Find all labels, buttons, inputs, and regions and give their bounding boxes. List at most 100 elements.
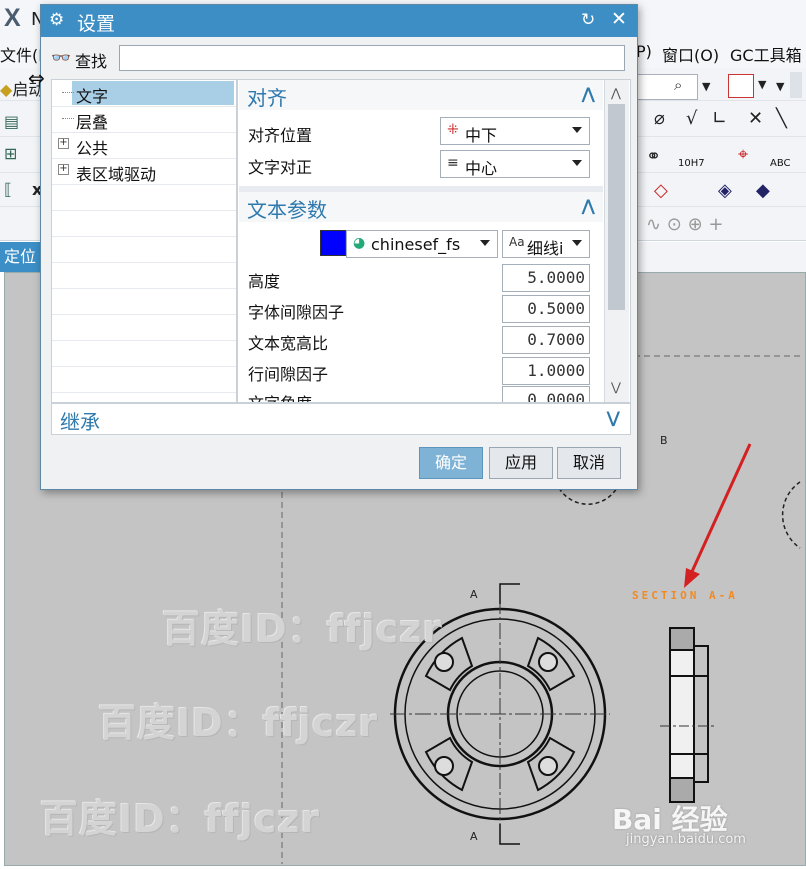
settings-dialog: ⚙ 设置 ↻ ✕ 👓 查找 文字 层叠 + 公共 + 表区域驱动 对齐 ⋀ 对齐… — [40, 4, 638, 490]
chevron-down-icon — [480, 240, 490, 246]
watermark-text: 百度ID：ffjczr — [162, 607, 443, 651]
binocular-icon[interactable]: ⚭ — [646, 146, 661, 167]
find-label: 查找 — [75, 52, 108, 71]
font-select[interactable]: ◕ chinesef_fs — [346, 230, 498, 258]
baidu-jingyan-url: jingyan.baidu.com — [626, 832, 746, 847]
chevron-down-icon — [572, 127, 582, 133]
ribbon-handle[interactable] — [790, 72, 802, 98]
align-center-icon: ≡ — [447, 155, 459, 171]
chevron-up-icon[interactable]: ⋀ — [582, 196, 595, 215]
tree-connector — [62, 92, 74, 93]
surface-icon[interactable]: ◆ — [756, 180, 770, 201]
height-input[interactable]: 5.0000 — [502, 264, 590, 292]
scroll-thumb[interactable] — [608, 104, 625, 310]
detail-circle — [781, 481, 801, 549]
panel-scrollbar[interactable]: ⋀ ⋁ — [604, 80, 629, 402]
tree-empty-row — [52, 262, 236, 289]
resize-cursor-icon: ⇔ — [28, 66, 45, 90]
tree-item-common[interactable]: + 公共 — [52, 132, 236, 159]
expand-icon[interactable]: + — [58, 138, 69, 149]
align-position-select[interactable]: ⁜ 中下 — [440, 117, 590, 145]
tolerance-label[interactable]: 10H7 — [678, 158, 705, 169]
sketch-curve-icon[interactable]: ∿ ⊙ ⊕ + — [646, 214, 724, 235]
menu-gc-toolbox[interactable]: GC工具箱 — [730, 42, 802, 66]
tree-empty-row — [52, 366, 236, 393]
tree-empty-row — [52, 314, 236, 341]
tree-empty-row — [52, 184, 236, 211]
menu-window[interactable]: 窗口(O) — [662, 42, 719, 66]
height-label: 高度 — [248, 272, 281, 291]
dropdown-arrow-icon[interactable]: ▼ — [758, 78, 766, 91]
text-justify-label: 文字对正 — [248, 158, 313, 177]
section-label[interactable]: SECTION A-A — [632, 589, 738, 602]
tree-item-label: 表区域驱动 — [76, 165, 157, 184]
abc-label[interactable]: ABC — [770, 158, 791, 169]
section-header-inherit[interactable]: 继承 ⋁ — [51, 403, 631, 435]
tree-item-label: 层叠 — [76, 113, 109, 132]
nx-logo: X — [4, 4, 21, 32]
check-icon[interactable]: √ — [686, 108, 697, 129]
annotation-tools: ⌀ √ ∟ ✕ ╲ ⚭ 10H7 ⌖ ABC ◇ ◈ ◆ ∿ ⊙ ⊕ + — [636, 100, 806, 240]
dropdown-arrow-icon[interactable]: ▼ — [702, 80, 710, 93]
dialog-titlebar[interactable]: ⚙ 设置 ↻ ✕ — [41, 5, 637, 37]
text-angle-label: 文字角度 — [248, 390, 312, 402]
tree-connector — [62, 118, 74, 119]
chevron-down-icon — [572, 240, 582, 246]
tree-empty-row — [52, 236, 236, 263]
cancel-button[interactable]: 取消 — [557, 447, 621, 479]
view-icon[interactable]: ⊞ — [4, 144, 17, 163]
tree-item-text[interactable]: 文字 — [52, 80, 236, 107]
expand-icon[interactable]: + — [58, 164, 69, 175]
dropdown-arrow-icon[interactable]: ▼ — [776, 80, 784, 93]
line-weight-select[interactable]: Aa 细线i — [502, 230, 590, 258]
font-icon: ◕ — [353, 235, 366, 251]
gear-icon: ⚙ — [49, 10, 65, 30]
settings-panel: 对齐 ⋀ 对齐位置 ⁜ 中下 文字对正 ≡ 中心 文本参数 ⋀ ◕ chines… — [237, 79, 631, 403]
anchor-icon: ⁜ — [447, 122, 459, 138]
line-icon[interactable]: ╲ — [776, 108, 787, 129]
section-title: 对齐 — [247, 86, 287, 110]
section-header-text-params[interactable]: 文本参数 ⋀ — [239, 192, 603, 222]
angle-icon[interactable]: ∟ — [712, 108, 727, 129]
view-label-b: B — [660, 434, 668, 447]
reset-icon[interactable]: ↻ — [581, 10, 595, 30]
menu-help-fragment[interactable]: P) — [636, 42, 652, 61]
start-icon: ◆ — [0, 80, 13, 99]
apply-button[interactable]: 应用 — [489, 447, 553, 479]
tree-item-table-region[interactable]: + 表区域驱动 — [52, 158, 236, 185]
binocular-icon: 👓 — [51, 48, 71, 67]
search-icon[interactable]: ⌕ — [674, 76, 682, 94]
scroll-down-icon[interactable]: ⋁ — [611, 380, 621, 394]
view-label-a-top: A — [470, 588, 478, 601]
line-spacing-input[interactable]: 1.0000 — [502, 357, 590, 385]
chevron-up-icon[interactable]: ⋀ — [582, 84, 595, 103]
bracket-icon[interactable]: ⟦ — [4, 180, 12, 199]
shape-icon[interactable]: ◇ — [654, 180, 668, 201]
dimension-icon[interactable]: ⌀ — [654, 108, 665, 129]
ribbon-search-box[interactable] — [636, 74, 698, 100]
datum-icon[interactable]: ⌖ — [738, 144, 748, 165]
fit-view-icon[interactable] — [728, 74, 754, 98]
close-icon[interactable]: ✕ — [611, 8, 627, 30]
find-input[interactable] — [119, 45, 625, 71]
chevron-down-icon[interactable]: ⋁ — [607, 408, 620, 427]
text-style-icon: Aa — [509, 235, 525, 249]
color-swatch[interactable] — [320, 230, 346, 256]
char-spacing-input[interactable]: 0.5000 — [502, 295, 590, 323]
scroll-up-icon[interactable]: ⋀ — [611, 86, 621, 100]
tree-empty-row — [52, 288, 236, 315]
sheet-icon[interactable]: ▤ — [4, 112, 19, 131]
tab-positioning[interactable]: 定位 — [0, 242, 42, 272]
cross-icon[interactable]: ✕ — [748, 108, 763, 129]
tree-item-stack[interactable]: 层叠 — [52, 106, 236, 133]
text-angle-input[interactable]: 0.0000 — [502, 386, 590, 402]
hatch-icon[interactable]: ◈ — [718, 180, 732, 201]
text-justify-select[interactable]: ≡ 中心 — [440, 150, 590, 178]
tree-empty-row — [52, 210, 236, 237]
ok-button[interactable]: 确定 — [419, 447, 483, 479]
tree-empty-row — [52, 340, 236, 367]
pointer-arrowhead — [684, 568, 700, 588]
aspect-ratio-input[interactable]: 0.7000 — [502, 326, 590, 354]
section-header-alignment[interactable]: 对齐 ⋀ — [239, 80, 603, 110]
pointer-arrow — [688, 443, 752, 577]
